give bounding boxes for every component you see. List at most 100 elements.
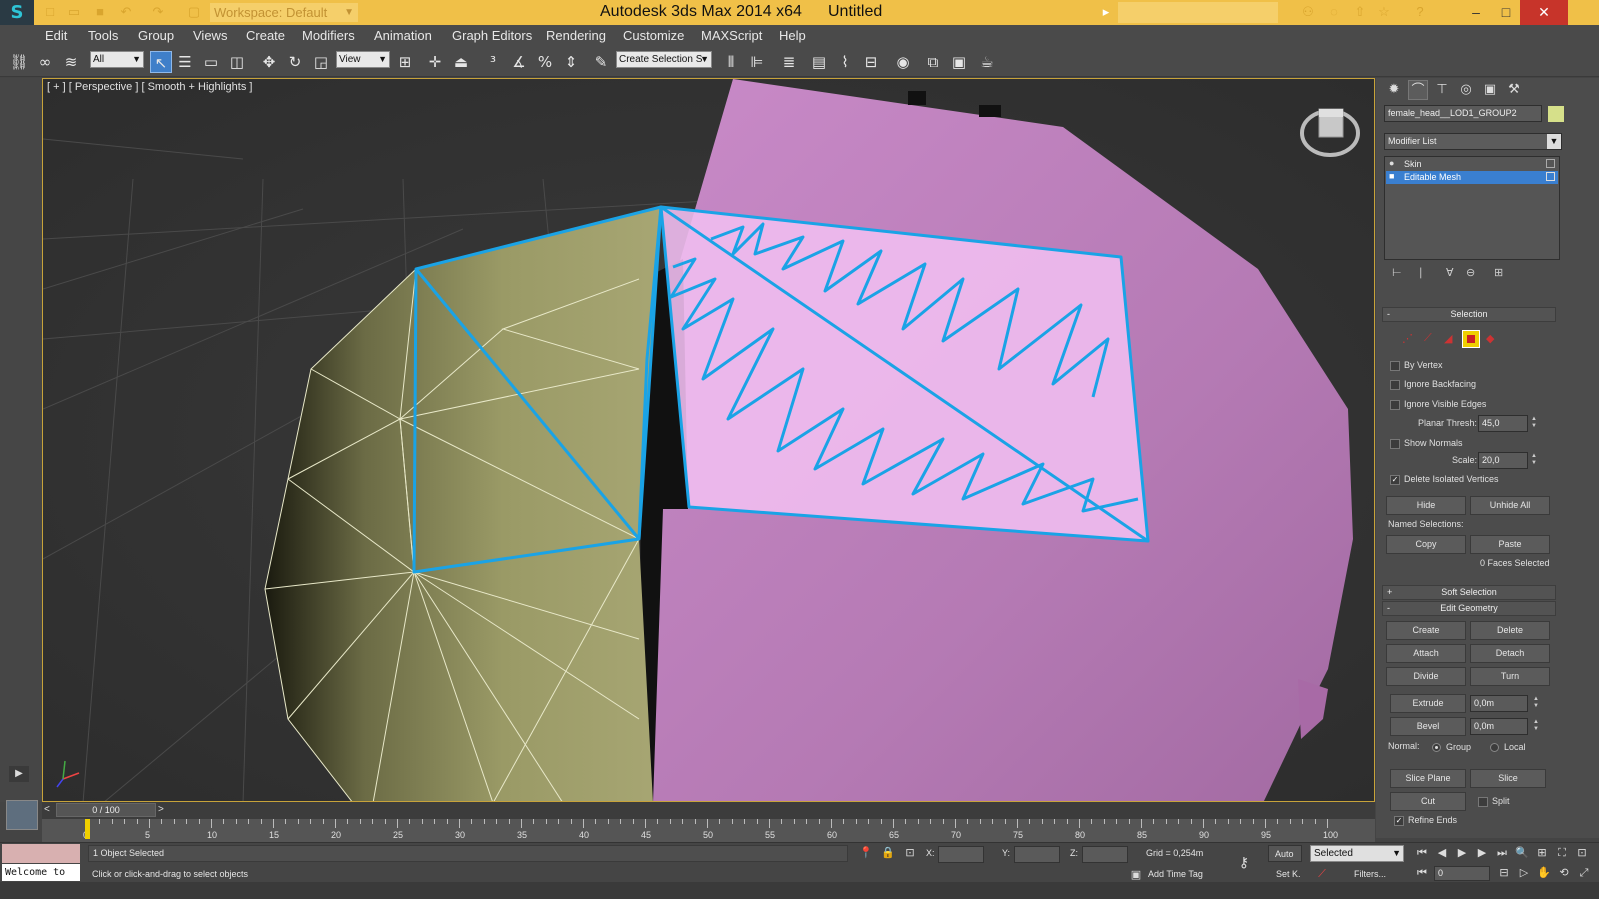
app-logo-icon[interactable]: S: [0, 0, 34, 25]
render-teapot-icon[interactable]: ☕: [976, 51, 998, 73]
normal-local-radio[interactable]: [1490, 743, 1499, 752]
minimize-button[interactable]: –: [1460, 0, 1492, 25]
extrude-spinner[interactable]: ▲ ▼: [1532, 696, 1540, 710]
stack-checkbox[interactable]: [1546, 159, 1555, 168]
isolate-selection-icon[interactable]: 📍: [858, 845, 874, 861]
play-arrow-icon[interactable]: ▶: [9, 766, 29, 782]
create-tab-icon[interactable]: ✹: [1384, 80, 1404, 100]
selection-lock-icon[interactable]: 🔒: [880, 845, 896, 861]
menu-modifiers[interactable]: Modifiers: [302, 28, 355, 43]
extrude-amount-field[interactable]: 0,0m: [1470, 695, 1528, 712]
element-mode-icon[interactable]: ◆: [1486, 332, 1494, 345]
go-to-end-icon[interactable]: ⏭: [1494, 845, 1510, 861]
percent-snap-icon[interactable]: %: [534, 51, 556, 73]
selection-filter-dropdown[interactable]: All ▼: [90, 51, 144, 68]
orbit-icon[interactable]: ⟲: [1556, 865, 1572, 881]
ignore-backfacing-checkbox[interactable]: [1390, 380, 1400, 390]
zoom-icon[interactable]: 🔍: [1514, 845, 1530, 861]
move-icon[interactable]: ✥: [258, 51, 280, 73]
snaps-toggle-icon[interactable]: ³: [482, 51, 504, 73]
absolute-mode-icon[interactable]: ⊡: [902, 845, 918, 861]
x-coord-field[interactable]: [938, 846, 984, 863]
material-editor-icon[interactable]: ◉: [892, 51, 914, 73]
stack-checkbox[interactable]: [1546, 172, 1555, 181]
object-color-swatch[interactable]: [1548, 106, 1564, 122]
maximize-button[interactable]: □: [1490, 0, 1522, 25]
hide-button[interactable]: Hide: [1386, 496, 1466, 515]
play-icon[interactable]: ▶: [1454, 845, 1470, 861]
planar-thresh-field[interactable]: 45,0: [1478, 415, 1528, 432]
utilities-tab-icon[interactable]: ⚒: [1504, 80, 1524, 100]
soft-selection-rollout-header[interactable]: + Soft Selection: [1382, 585, 1556, 600]
perspective-viewport[interactable]: [ + ] [ Perspective ] [ Smooth + Highlig…: [42, 78, 1375, 802]
slice-plane-button[interactable]: Slice Plane: [1390, 769, 1466, 788]
menu-group[interactable]: Group: [138, 28, 174, 43]
auto-key-button[interactable]: Auto: [1268, 845, 1302, 862]
pivot-center-icon[interactable]: ⊞: [394, 51, 416, 73]
expand-icon[interactable]: ■: [1389, 171, 1394, 181]
ignore-visible-edges-checkbox[interactable]: [1390, 400, 1400, 410]
field-of-view-icon[interactable]: ▷: [1516, 865, 1532, 881]
make-unique-icon[interactable]: ∀: [1446, 266, 1454, 279]
current-frame-field[interactable]: 0: [1434, 866, 1490, 881]
display-tab-icon[interactable]: ▣: [1480, 80, 1500, 100]
rendered-frame-icon[interactable]: ▣: [948, 51, 970, 73]
window-crossing-icon[interactable]: ◫: [226, 51, 248, 73]
time-next-button[interactable]: >: [158, 804, 164, 815]
slice-button[interactable]: Slice: [1470, 769, 1546, 788]
previous-frame-icon[interactable]: ◀: [1434, 845, 1450, 861]
select-by-name-icon[interactable]: ☰: [174, 51, 196, 73]
lightbulb-icon[interactable]: ●: [1389, 158, 1394, 168]
normal-group-radio[interactable]: [1432, 743, 1441, 752]
viewport-label[interactable]: [ + ] [ Perspective ] [ Smooth + Highlig…: [47, 81, 252, 93]
menu-animation[interactable]: Animation: [374, 28, 432, 43]
polygon-mode-icon[interactable]: [1462, 330, 1480, 348]
menu-help[interactable]: Help: [779, 28, 806, 43]
show-normals-checkbox[interactable]: [1390, 439, 1400, 449]
maxscript-mini-listener[interactable]: Welcome to: [2, 864, 80, 881]
split-checkbox[interactable]: [1478, 797, 1488, 807]
align-icon[interactable]: ⊫: [746, 51, 768, 73]
modify-tab-icon[interactable]: ⌒: [1408, 80, 1428, 100]
key-filter-dropdown[interactable]: Selected ▼: [1310, 845, 1404, 862]
link-icon[interactable]: ⛓: [8, 51, 30, 73]
menu-tools[interactable]: Tools: [88, 28, 118, 43]
workspace-dropdown[interactable]: Workspace: Default ▼: [210, 3, 358, 22]
planar-thresh-spinner[interactable]: ▲ ▼: [1530, 416, 1538, 430]
edit-named-selection-icon[interactable]: ✎: [590, 51, 612, 73]
stack-item-editable-mesh[interactable]: ■ Editable Mesh: [1386, 171, 1558, 184]
expand-arrow-icon[interactable]: ▸: [1098, 4, 1114, 20]
edit-geometry-rollout-header[interactable]: - Edit Geometry: [1382, 601, 1556, 616]
key-mode-toggle-icon[interactable]: ⏮: [1414, 865, 1430, 881]
pin-stack-icon[interactable]: ⊢: [1392, 266, 1402, 279]
menu-maxscript[interactable]: MAXScript: [701, 28, 762, 43]
modifier-list-dropdown[interactable]: Modifier List ▼: [1384, 133, 1562, 150]
set-key-icon[interactable]: ⚷: [1236, 855, 1252, 871]
refine-ends-checkbox[interactable]: ✓: [1394, 816, 1404, 826]
time-slider-thumb[interactable]: 0 / 100: [56, 803, 156, 817]
go-to-start-icon[interactable]: ⏮: [1414, 845, 1430, 861]
bevel-spinner[interactable]: ▲ ▼: [1532, 719, 1540, 733]
divide-button[interactable]: Divide: [1386, 667, 1466, 686]
by-vertex-checkbox[interactable]: [1390, 361, 1400, 371]
schematic-view-icon[interactable]: ⊟: [860, 51, 882, 73]
y-coord-field[interactable]: [1014, 846, 1060, 863]
add-time-tag[interactable]: Add Time Tag: [1148, 869, 1203, 879]
modifier-stack[interactable]: ● Skin ■ Editable Mesh: [1384, 156, 1560, 260]
help-icon[interactable]: ?: [1412, 4, 1428, 20]
remove-modifier-icon[interactable]: ⊖: [1466, 266, 1475, 279]
curve-editor-icon[interactable]: ⌇: [834, 51, 856, 73]
bevel-amount-field[interactable]: 0,0m: [1470, 718, 1528, 735]
scale-spinner[interactable]: ▲ ▼: [1530, 453, 1538, 467]
extrude-button[interactable]: Extrude: [1390, 694, 1466, 713]
delete-button[interactable]: Delete: [1470, 621, 1550, 640]
motion-tab-icon[interactable]: ◎: [1456, 80, 1476, 100]
stack-item-skin[interactable]: ● Skin: [1386, 158, 1558, 171]
zoom-all-icon[interactable]: ⊞: [1534, 845, 1550, 861]
favorites-icon[interactable]: ☆: [1376, 4, 1392, 20]
mirror-icon[interactable]: ⫴: [720, 51, 742, 73]
scene-canvas[interactable]: [43, 79, 1375, 802]
time-prev-button[interactable]: <: [44, 804, 50, 815]
maxscript-listener-top[interactable]: [2, 844, 80, 863]
menu-views[interactable]: Views: [193, 28, 227, 43]
